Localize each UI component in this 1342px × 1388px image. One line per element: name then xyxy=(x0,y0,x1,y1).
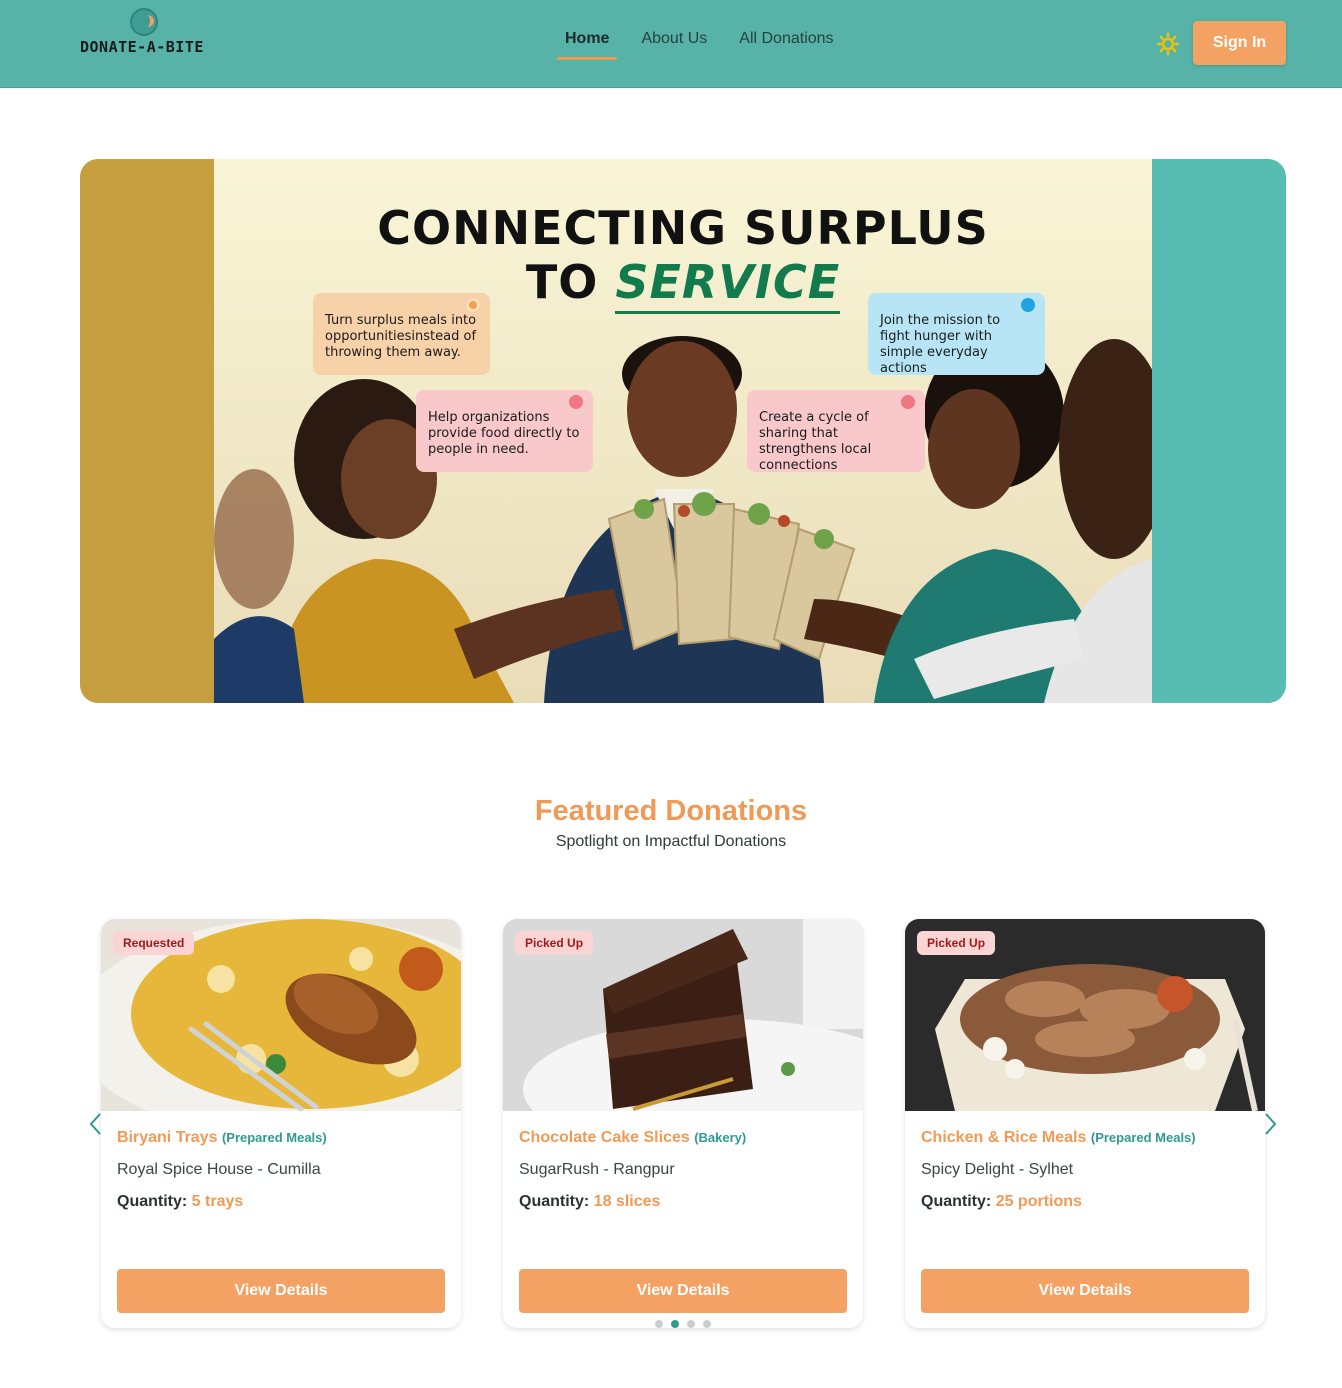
featured-title: Featured Donations xyxy=(534,795,808,827)
donation-name: Chocolate Cake Slices xyxy=(519,1129,690,1146)
donation-category: (Prepared Meals) xyxy=(1090,1130,1196,1145)
status-badge: Picked Up xyxy=(515,931,594,955)
donation-title: Chocolate Cake Slices (Bakery) xyxy=(519,1129,746,1147)
view-details-button[interactable]: View Details xyxy=(921,1269,1249,1313)
donation-card[interactable]: Requested Biryani Trays (Prepared Meals)… xyxy=(101,919,461,1328)
star-icon xyxy=(1021,298,1035,312)
star-icon xyxy=(569,395,583,409)
donation-location: Spicy Delight - Sylhet xyxy=(921,1161,1074,1178)
donation-title: Biryani Trays (Prepared Meals) xyxy=(117,1129,327,1147)
donation-card[interactable]: Picked Up Chocolate Cake Slices (Bakery)… xyxy=(503,919,863,1328)
quantity-value: 18 slices xyxy=(593,1193,661,1210)
quantity-label: Quantity: xyxy=(921,1193,992,1210)
star-icon xyxy=(901,395,915,409)
donation-image: Picked Up xyxy=(905,919,1265,1111)
callout-text: Help organizations provide food directly… xyxy=(428,410,580,457)
hero-banner: CONNECTING SURPLUS TO SERVICE Turn surpl… xyxy=(80,159,1286,703)
sign-in-button[interactable]: Sign In xyxy=(1193,21,1286,65)
donation-quantity: Quantity: 5 trays xyxy=(117,1193,243,1211)
donation-image: Requested xyxy=(101,919,461,1111)
donation-image: Picked Up xyxy=(503,919,863,1111)
callout-cycle-of-sharing: Create a cycle of sharing that strengthe… xyxy=(747,390,925,473)
donation-name: Biryani Trays xyxy=(117,1129,218,1146)
navbar: DONATE-A-BITE Home About Us All Donation… xyxy=(0,0,1342,88)
donation-location: Royal Spice House - Cumilla xyxy=(117,1161,321,1178)
hero-title-line-2: TO SERVICE xyxy=(80,255,1286,314)
hero-title-line-1: CONNECTING SURPLUS xyxy=(377,201,989,255)
view-details-button[interactable]: View Details xyxy=(519,1269,847,1313)
quantity-label: Quantity: xyxy=(117,1193,188,1210)
status-badge: Picked Up xyxy=(917,931,996,955)
view-details-button[interactable]: View Details xyxy=(117,1269,445,1313)
quantity-value: 5 trays xyxy=(191,1193,244,1210)
callout-join-mission: Join the mission to fight hunger with si… xyxy=(868,293,1045,376)
featured-subtitle: Spotlight on Impactful Donations xyxy=(555,833,787,850)
callout-text: Turn surplus meals into opportunitiesins… xyxy=(325,313,477,360)
pagination-dot[interactable] xyxy=(655,1320,663,1328)
theme-toggle-svg xyxy=(1156,32,1180,56)
carousel-pagination xyxy=(655,1320,711,1328)
donation-title: Chicken & Rice Meals (Prepared Meals) xyxy=(921,1129,1196,1147)
nav-about-us[interactable]: About Us xyxy=(633,30,715,48)
logo-icon xyxy=(130,8,158,36)
pagination-dot-active[interactable] xyxy=(671,1320,679,1328)
donation-category: (Prepared Meals) xyxy=(221,1130,327,1145)
pagination-dot[interactable] xyxy=(703,1320,711,1328)
quantity-value: 25 portions xyxy=(995,1193,1082,1210)
callout-text: Create a cycle of sharing that strengthe… xyxy=(759,410,872,473)
quantity-label: Quantity: xyxy=(519,1193,590,1210)
callout-text: Join the mission to fight hunger with si… xyxy=(880,313,1001,376)
donation-location: SugarRush - Rangpur xyxy=(519,1161,675,1178)
callout-turn-surplus: Turn surplus meals into opportunitiesins… xyxy=(313,293,490,375)
main-nav: Home About Us All Donations xyxy=(557,30,842,60)
brand-logo[interactable]: DONATE-A-BITE xyxy=(80,6,220,58)
pagination-dot[interactable] xyxy=(687,1320,695,1328)
status-badge: Requested xyxy=(113,931,195,955)
sun-icon[interactable] xyxy=(1156,32,1180,56)
donation-category: (Bakery) xyxy=(694,1130,747,1145)
donation-name: Chicken & Rice Meals xyxy=(921,1129,1087,1146)
circle-icon xyxy=(466,298,480,312)
donation-quantity: Quantity: 25 portions xyxy=(921,1193,1082,1211)
nav-home[interactable]: Home xyxy=(557,30,618,60)
donation-card[interactable]: Picked Up Chicken & Rice Meals (Prepared… xyxy=(905,919,1265,1328)
hero-title-prefix: TO xyxy=(525,255,599,309)
callout-help-organizations: Help organizations provide food directly… xyxy=(416,390,593,472)
hero-title-accent: SERVICE xyxy=(615,255,841,314)
brand-name: DONATE-A-BITE xyxy=(80,38,204,56)
nav-all-donations[interactable]: All Donations xyxy=(731,30,841,48)
donation-quantity: Quantity: 18 slices xyxy=(519,1193,660,1211)
